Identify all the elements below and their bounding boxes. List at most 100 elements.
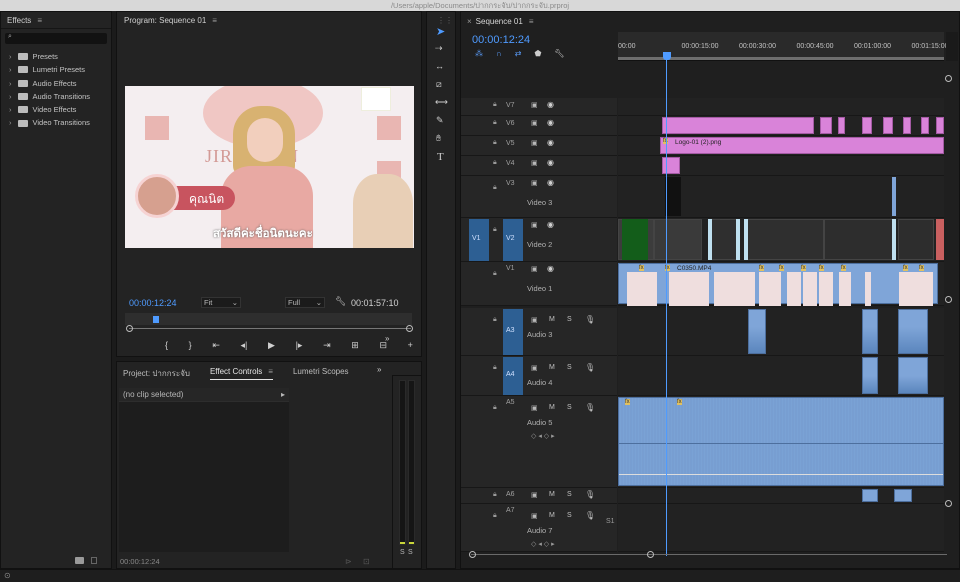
mute-button[interactable]: M bbox=[549, 364, 555, 371]
chevron-right-icon[interactable]: › bbox=[9, 77, 12, 90]
track-target-toggle[interactable]: V6 bbox=[503, 118, 523, 130]
expand-arrow-icon[interactable]: ▸ bbox=[281, 388, 285, 402]
program-timebar[interactable] bbox=[125, 313, 412, 325]
playhead-marker[interactable] bbox=[663, 52, 671, 60]
scroll-handle-left[interactable] bbox=[469, 551, 476, 558]
transition-marker[interactable] bbox=[736, 219, 740, 260]
eye-icon[interactable]: ◉ bbox=[547, 220, 554, 229]
lock-icon[interactable]: 🔒︎ bbox=[493, 491, 497, 499]
video-clip[interactable] bbox=[820, 117, 832, 134]
go-to-in-icon[interactable]: ⇤ bbox=[212, 340, 220, 352]
logo-clip[interactable]: fxLogo-01 (2).png bbox=[660, 137, 944, 154]
eye-icon[interactable]: ◉ bbox=[547, 158, 554, 167]
mark-in-icon[interactable]: { bbox=[165, 340, 168, 352]
track-select-tool-icon[interactable]: ⇢ bbox=[435, 43, 443, 54]
go-to-out-icon[interactable]: ⇥ bbox=[323, 340, 331, 352]
play-icon[interactable]: ▶ bbox=[268, 340, 275, 352]
tab-project[interactable]: Project: ปากกระจับ bbox=[123, 367, 190, 380]
solo-button[interactable]: S bbox=[567, 512, 572, 519]
lock-icon[interactable]: 🔒︎ bbox=[493, 226, 497, 234]
video-clip[interactable] bbox=[744, 219, 824, 260]
effects-folder[interactable]: › Audio Transitions bbox=[1, 90, 111, 103]
add-button-icon[interactable]: + bbox=[408, 340, 413, 352]
sync-lock-icon[interactable]: ▣ bbox=[531, 404, 538, 412]
fit-dropdown[interactable]: Fit ⌄ bbox=[201, 297, 241, 308]
timeline-settings-icon[interactable]: 🔧︎ bbox=[554, 49, 564, 58]
sync-lock-icon[interactable]: ▣ bbox=[531, 101, 538, 109]
sync-lock-icon[interactable]: ▣ bbox=[531, 179, 538, 187]
effects-search-input[interactable]: ⌕ bbox=[5, 33, 107, 44]
program-playhead[interactable] bbox=[153, 316, 159, 323]
wrench-icon[interactable]: 🔧︎ bbox=[335, 296, 346, 307]
lock-icon[interactable]: 🔒︎ bbox=[493, 404, 497, 412]
slip-tool-icon[interactable]: ⟷ bbox=[435, 97, 448, 108]
microphone-icon[interactable]: 🎙︎ bbox=[585, 363, 595, 372]
close-icon[interactable]: × bbox=[467, 17, 472, 26]
video-clip[interactable] bbox=[654, 219, 702, 260]
program-timecode[interactable]: 00:00:12:24 bbox=[129, 298, 177, 308]
chevron-right-icon[interactable]: › bbox=[9, 90, 12, 103]
step-back-icon[interactable]: ◂| bbox=[241, 340, 248, 352]
scroll-handle-right[interactable] bbox=[647, 551, 654, 558]
horizontal-scrollbar[interactable] bbox=[471, 554, 947, 555]
chevron-right-icon[interactable]: › bbox=[9, 63, 12, 76]
video-clip-thumbnail[interactable] bbox=[622, 219, 648, 260]
lock-icon[interactable]: 🔒︎ bbox=[493, 101, 497, 109]
track-target-toggle[interactable]: A6 bbox=[503, 489, 523, 501]
keyframe-nav[interactable]: ◇ ◂ ◇ ▸ bbox=[531, 540, 555, 548]
track-target-toggle[interactable]: A7 bbox=[503, 505, 523, 517]
video-clip[interactable] bbox=[892, 177, 896, 216]
sync-lock-icon[interactable]: ▣ bbox=[531, 512, 538, 520]
lock-icon[interactable]: 🔒︎ bbox=[493, 512, 497, 520]
lock-icon[interactable]: 🔒︎ bbox=[493, 316, 497, 324]
transition-marker[interactable] bbox=[892, 219, 896, 260]
lock-icon[interactable]: 🔒︎ bbox=[493, 184, 497, 192]
video-clip[interactable] bbox=[662, 157, 680, 174]
lock-icon[interactable]: 🔒︎ bbox=[493, 119, 497, 127]
keyframe-nav[interactable]: ◇ ◂ ◇ ▸ bbox=[531, 432, 555, 440]
panel-menu-icon[interactable]: ≡ bbox=[37, 12, 42, 29]
lift-icon[interactable]: ⊞ bbox=[351, 340, 359, 352]
audio-clip[interactable] bbox=[862, 357, 878, 394]
status-icon[interactable]: ⊙ bbox=[4, 571, 11, 580]
quality-dropdown[interactable]: Full ⌄ bbox=[285, 297, 325, 308]
pen-tool-icon[interactable]: ✎ bbox=[436, 115, 444, 126]
sync-lock-icon[interactable]: ▣ bbox=[531, 316, 538, 324]
zoom-handle-right[interactable] bbox=[406, 325, 413, 332]
zoom-bar[interactable] bbox=[129, 328, 411, 329]
type-tool-icon[interactable]: T bbox=[437, 151, 444, 163]
chevron-right-icon[interactable]: › bbox=[9, 50, 12, 63]
export-icon[interactable]: ⊡ bbox=[363, 557, 370, 566]
solo-button[interactable]: S bbox=[567, 491, 572, 498]
track-target-toggle[interactable]: V1 bbox=[503, 263, 523, 275]
meter-solo-left[interactable]: S bbox=[400, 549, 405, 556]
effects-folder[interactable]: › Video Transitions bbox=[1, 116, 111, 129]
microphone-icon[interactable]: 🎙︎ bbox=[585, 315, 595, 324]
audio-clip[interactable] bbox=[862, 489, 878, 502]
tab-effect-controls[interactable]: Effect Controls ≡ bbox=[209, 367, 273, 380]
track-target-toggle[interactable]: A5 bbox=[503, 397, 523, 409]
chevron-right-icon[interactable]: › bbox=[9, 103, 12, 116]
video-clip[interactable] bbox=[824, 219, 894, 260]
lock-icon[interactable]: 🔒︎ bbox=[493, 270, 497, 278]
transition-marker[interactable] bbox=[708, 219, 712, 260]
source-patch[interactable]: V1 bbox=[469, 219, 489, 261]
track-target-toggle[interactable]: A4 bbox=[503, 357, 523, 395]
solo-button[interactable]: S bbox=[567, 364, 572, 371]
eye-icon[interactable]: ◉ bbox=[547, 178, 554, 187]
sync-lock-icon[interactable]: ▣ bbox=[531, 364, 538, 372]
nest-icon[interactable]: ⁂ bbox=[475, 49, 483, 58]
sync-lock-icon[interactable]: ▣ bbox=[531, 265, 538, 273]
solo-button[interactable]: S bbox=[567, 404, 572, 411]
video-clip[interactable] bbox=[838, 117, 845, 134]
more-tabs-icon[interactable]: » bbox=[377, 365, 381, 374]
audio-clip[interactable] bbox=[862, 309, 878, 354]
hand-tool-icon[interactable]: ✋︎ bbox=[436, 133, 441, 144]
audio-clip[interactable] bbox=[894, 489, 912, 502]
ripple-edit-tool-icon[interactable]: ↔ bbox=[435, 61, 444, 71]
lock-icon[interactable]: 🔒︎ bbox=[493, 364, 497, 372]
lock-icon[interactable]: 🔒︎ bbox=[493, 139, 497, 147]
video-clip[interactable] bbox=[708, 219, 738, 260]
effects-folder[interactable]: › Presets bbox=[1, 50, 111, 63]
add-marker-icon[interactable]: ⬟ bbox=[534, 49, 541, 58]
